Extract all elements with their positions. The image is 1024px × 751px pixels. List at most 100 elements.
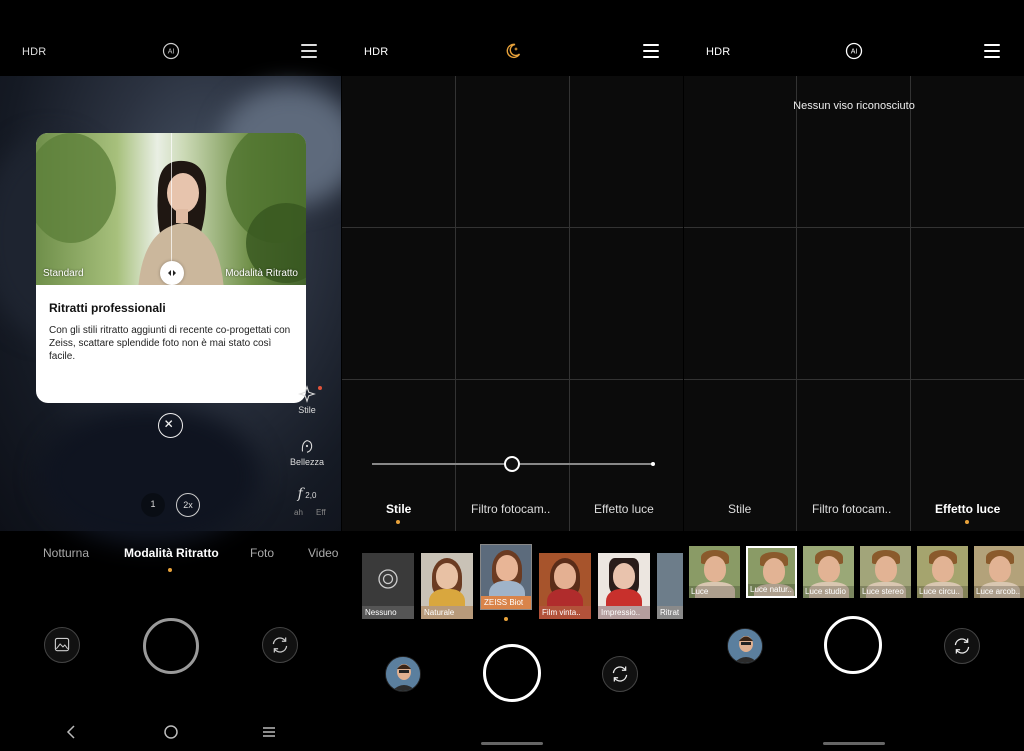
zoom-1x-button[interactable]: 1 — [141, 493, 165, 517]
light-item-rainbow[interactable]: Luce arcob.. — [974, 546, 1024, 598]
tab-camera-filter[interactable]: Filtro fotocam.. — [812, 502, 891, 516]
home-indicator[interactable] — [823, 742, 885, 745]
mode-video[interactable]: Video — [308, 546, 338, 560]
standard-label: Standard — [43, 268, 84, 279]
hdr-toggle[interactable]: HDR — [22, 46, 46, 58]
shutter-button[interactable] — [143, 618, 199, 674]
arrows-horizontal-icon — [168, 270, 176, 276]
switch-camera-button[interactable] — [944, 628, 980, 664]
home-icon[interactable] — [163, 724, 179, 740]
gallery-thumbnail[interactable] — [385, 656, 421, 692]
tab-style[interactable]: Stile — [728, 502, 751, 516]
svg-text:AI: AI — [851, 49, 858, 56]
filter-label: ZEISS Biot — [481, 596, 531, 609]
light-item-stereo[interactable]: Luce stereo — [860, 546, 911, 598]
grid-line — [342, 379, 683, 380]
ai-icon[interactable]: AI — [845, 42, 863, 60]
menu-icon[interactable] — [984, 44, 1000, 58]
filter-label: Film vinta.. — [539, 606, 591, 619]
mode-night[interactable]: Notturna — [43, 546, 89, 560]
top-bar: HDR AI — [684, 30, 1024, 74]
filter-item-none[interactable]: Nessuno — [362, 553, 414, 619]
flip-camera-icon — [612, 666, 628, 682]
beauty-button[interactable]: Bellezza — [287, 437, 327, 467]
mode-selector: Notturna Modalità Ritratto Foto Video — [0, 546, 341, 572]
feature-intro-card: Standard Modalità Ritratto Ritratti prof… — [36, 133, 306, 403]
tab-camera-filter[interactable]: Filtro fotocam.. — [471, 502, 550, 516]
tab-light-effect[interactable]: Effetto luce — [594, 502, 654, 516]
grid-line — [684, 379, 1024, 380]
selected-filter-indicator — [504, 617, 508, 621]
beauty-face-icon — [301, 440, 313, 453]
tab-style[interactable]: Stile — [386, 502, 411, 516]
grid-line — [684, 227, 1024, 228]
portrait-mode-screen: HDR AI Standard Modalità Ritratto Ritrat… — [0, 0, 341, 751]
zoom-2x-button[interactable]: 2x — [176, 493, 200, 517]
menu-icon[interactable] — [643, 44, 659, 58]
filter-item-portrait[interactable]: Ritrat — [657, 553, 683, 619]
flip-camera-icon — [954, 638, 970, 654]
light-label: Luce — [689, 586, 740, 598]
slider-end-dot — [651, 462, 655, 466]
light-item-studio[interactable]: Luce studio — [803, 546, 854, 598]
svg-text:AI: AI — [167, 49, 174, 56]
intensity-slider-handle[interactable] — [504, 456, 520, 472]
active-tab-indicator — [396, 520, 400, 524]
close-button[interactable] — [158, 413, 183, 438]
shutter-button[interactable] — [824, 616, 882, 674]
gallery-thumbnail[interactable] — [727, 628, 763, 664]
card-title: Ritratti professionali — [49, 301, 166, 315]
light-label: Luce circu.. — [917, 586, 968, 598]
light-label: Luce studio — [803, 586, 854, 598]
grid-line — [342, 227, 683, 228]
card-description: Con gli stili ritratto aggiunti di recen… — [49, 325, 291, 362]
filter-item-zeiss[interactable]: ZEISS Biot — [480, 544, 532, 610]
ai-icon[interactable]: AI — [162, 42, 180, 60]
filter-item-film-vintage[interactable]: Film vinta.. — [539, 553, 591, 619]
back-icon[interactable] — [64, 724, 80, 740]
filter-label: Naturale — [421, 606, 473, 619]
aperture-button[interactable]: f 2,0 — [287, 486, 327, 502]
filter-item-natural[interactable]: Naturale — [421, 553, 473, 619]
comparison-image: Standard Modalità Ritratto — [36, 133, 306, 285]
close-icon — [165, 420, 173, 428]
effect-tabs: Stile Filtro fotocam.. Effetto luce — [342, 502, 683, 524]
new-badge-dot — [318, 386, 322, 390]
mode-portrait[interactable]: Modalità Ritratto — [124, 546, 219, 560]
shutter-button[interactable] — [483, 644, 541, 702]
light-label: Luce natur.. — [748, 584, 795, 596]
user-photo — [728, 629, 762, 663]
light-item-luce[interactable]: Luce — [689, 546, 740, 598]
night-moon-icon[interactable] — [504, 42, 522, 60]
tab-light-effect[interactable]: Effetto luce — [935, 502, 1000, 516]
hdr-toggle[interactable]: HDR — [706, 46, 730, 58]
partial-label-left: ah — [294, 508, 303, 517]
no-filter-icon — [378, 569, 398, 589]
user-photo — [386, 657, 420, 691]
filter-label: Impressio.. — [598, 606, 650, 619]
preview-shape — [40, 406, 260, 546]
switch-camera-button[interactable] — [262, 627, 298, 663]
light-label: Luce stereo — [860, 586, 911, 598]
system-nav-bar — [0, 720, 341, 744]
filter-item-impression[interactable]: Impressio.. — [598, 553, 650, 619]
light-item-circular[interactable]: Luce circu.. — [917, 546, 968, 598]
top-bar: HDR — [342, 30, 683, 74]
menu-icon[interactable] — [301, 44, 317, 58]
effect-tabs: Stile Filtro fotocam.. Effetto luce — [684, 502, 1024, 524]
partial-label-right: Eff — [316, 508, 326, 517]
switch-camera-button[interactable] — [602, 656, 638, 692]
hdr-toggle[interactable]: HDR — [364, 46, 388, 58]
light-item-natural[interactable]: Luce natur.. — [746, 546, 797, 598]
grid-line — [796, 76, 797, 531]
flip-camera-icon — [272, 637, 288, 653]
beauty-label: Bellezza — [289, 457, 325, 467]
mode-photo[interactable]: Foto — [250, 546, 274, 560]
filter-strip: Nessuno Naturale ZEISS Biot Film vinta..… — [342, 544, 683, 621]
gallery-button[interactable] — [44, 627, 80, 663]
filter-label: Ritrat — [657, 606, 683, 619]
home-indicator[interactable] — [481, 742, 543, 745]
aperture-value: 2,0 — [305, 491, 317, 500]
compare-slider-handle[interactable] — [160, 261, 184, 285]
recents-icon[interactable] — [261, 724, 277, 740]
